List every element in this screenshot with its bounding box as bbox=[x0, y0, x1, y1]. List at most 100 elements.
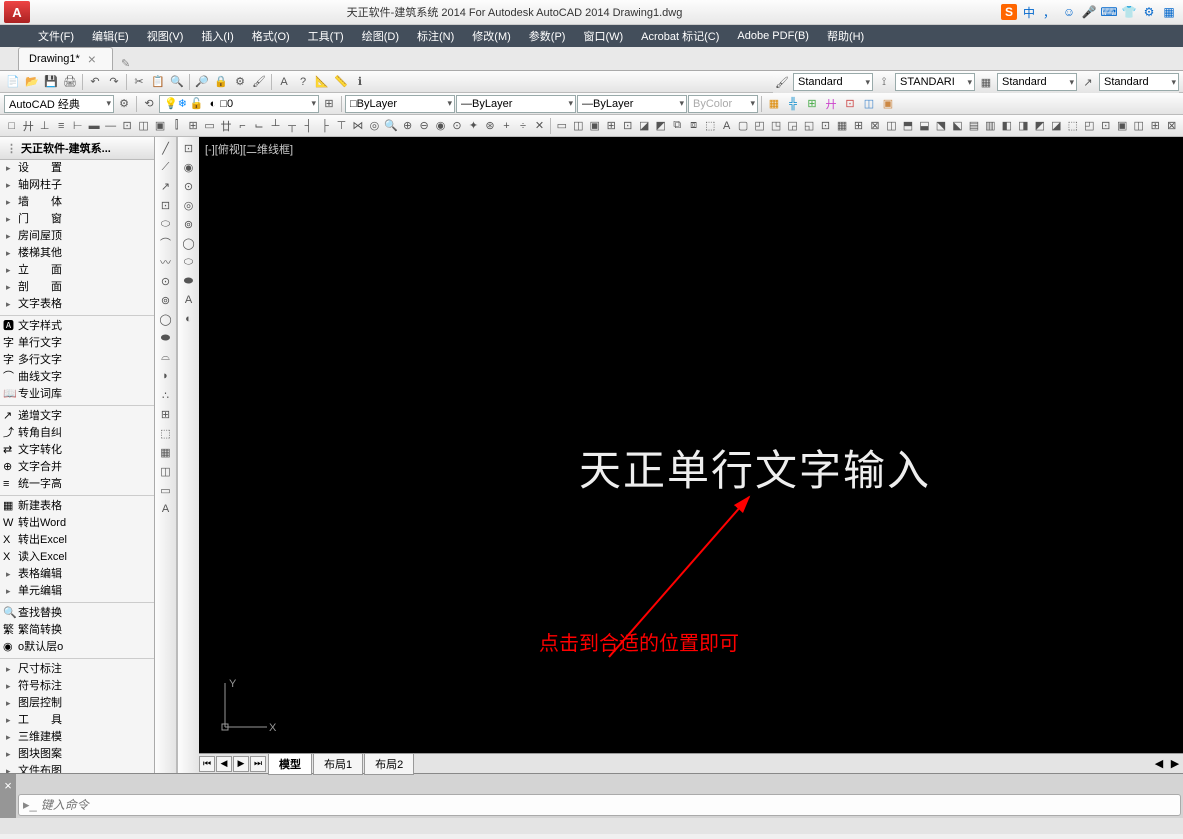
toolbar-icon[interactable]: 📂 bbox=[23, 73, 41, 91]
draw-tool-icon[interactable]: ⟋ bbox=[157, 158, 175, 176]
panel-item[interactable]: X转出Excel bbox=[0, 532, 154, 549]
menu-item[interactable]: 文件(F) bbox=[30, 26, 82, 46]
new-tab-icon[interactable]: ✎ bbox=[121, 57, 130, 70]
viewport-label[interactable]: [-][俯视][二维线框] bbox=[205, 141, 293, 157]
draw-tool-icon[interactable]: ↗ bbox=[157, 177, 175, 195]
toolbar-icon[interactable]: ⊖ bbox=[416, 117, 431, 135]
linetype-dropdown[interactable]: — ByLayer bbox=[456, 95, 576, 113]
tb-icon[interactable]: 廾 bbox=[822, 95, 840, 113]
panel-item[interactable]: 单元编辑 bbox=[0, 583, 154, 600]
toolbar-icon[interactable]: ▣ bbox=[587, 117, 602, 135]
mleader-icon[interactable]: ↗ bbox=[1079, 73, 1097, 91]
panel-item[interactable]: 三维建模 bbox=[0, 729, 154, 746]
toolbar-icon[interactable]: 📏 bbox=[332, 73, 350, 91]
panel-item[interactable]: 立 面 bbox=[0, 262, 154, 279]
toolbar-icon[interactable]: ⌙ bbox=[251, 117, 266, 135]
toolbar-icon[interactable]: 🖨 bbox=[61, 73, 79, 91]
command-line[interactable]: ▸_ bbox=[18, 794, 1181, 816]
toolbar-icon[interactable]: ⫿ bbox=[169, 117, 184, 135]
toolbar-icon[interactable]: ⊡ bbox=[1098, 117, 1113, 135]
dimstyle-dropdown[interactable]: STANDARI bbox=[895, 73, 975, 91]
menu-item[interactable]: 工具(T) bbox=[300, 26, 352, 46]
toolbar-icon[interactable]: ◫ bbox=[136, 117, 151, 135]
toolbar-icon[interactable]: ↷ bbox=[105, 73, 123, 91]
toolbar-icon[interactable]: 🔎 bbox=[193, 73, 211, 91]
panel-item[interactable]: 设 置 bbox=[0, 160, 154, 177]
panel-item[interactable]: 图块图案 bbox=[0, 746, 154, 763]
draw-tool-icon[interactable]: ◗ bbox=[157, 367, 175, 385]
toolbar-icon[interactable]: ◪ bbox=[636, 117, 651, 135]
modify-tool-icon[interactable]: ◎ bbox=[180, 196, 198, 214]
menu-item[interactable]: 修改(M) bbox=[464, 26, 519, 46]
dim-icon[interactable]: ⟟ bbox=[875, 73, 893, 91]
layout-tab-1[interactable]: 布局1 bbox=[313, 753, 363, 775]
toolbar-icon[interactable]: ◎ bbox=[367, 117, 382, 135]
draw-tool-icon[interactable]: ▦ bbox=[157, 443, 175, 461]
toolbar-icon[interactable]: ✦ bbox=[466, 117, 481, 135]
layout-first-icon[interactable]: ⏮ bbox=[199, 756, 215, 772]
toolbar-icon[interactable]: ⋈ bbox=[350, 117, 365, 135]
toolbar-icon[interactable]: □ bbox=[4, 117, 19, 135]
toolbar-icon[interactable]: ⊥ bbox=[37, 117, 52, 135]
toolbar-icon[interactable]: ⊡ bbox=[818, 117, 833, 135]
layout-last-icon[interactable]: ⏭ bbox=[250, 756, 266, 772]
ime-kbd-icon[interactable]: ⌨ bbox=[1101, 4, 1117, 20]
app-icon[interactable]: A bbox=[4, 1, 30, 23]
panel-item[interactable]: X读入Excel bbox=[0, 549, 154, 566]
layout-tab-2[interactable]: 布局2 bbox=[364, 753, 414, 775]
menu-item[interactable]: 绘图(D) bbox=[354, 26, 407, 46]
toolbar-icon[interactable]: ▬ bbox=[86, 117, 101, 135]
panel-item[interactable]: 繁繁简转换 bbox=[0, 622, 154, 639]
toolbar-icon[interactable]: ◲ bbox=[785, 117, 800, 135]
modify-tool-icon[interactable]: A bbox=[180, 291, 198, 309]
toolbar-icon[interactable]: 📄 bbox=[4, 73, 22, 91]
modify-tool-icon[interactable]: ◐ bbox=[180, 310, 198, 328]
modify-tool-icon[interactable]: ⬭ bbox=[180, 253, 198, 271]
brush-icon[interactable]: 🖌 bbox=[773, 73, 791, 91]
panel-item[interactable]: ≡统一字高 bbox=[0, 476, 154, 493]
toolbar-icon[interactable]: ⊠ bbox=[1164, 117, 1179, 135]
panel-item[interactable]: W转出Word bbox=[0, 515, 154, 532]
toolbar-icon[interactable]: ? bbox=[294, 73, 312, 91]
draw-tool-icon[interactable]: ⊙ bbox=[157, 272, 175, 290]
toolbar-icon[interactable]: ⌐ bbox=[235, 117, 250, 135]
menu-item[interactable]: 插入(I) bbox=[193, 26, 241, 46]
layout-next-icon[interactable]: ▶ bbox=[233, 756, 249, 772]
toolbar-icon[interactable]: ≡ bbox=[53, 117, 68, 135]
toolbar-icon[interactable]: ├ bbox=[317, 117, 332, 135]
draw-tool-icon[interactable]: ⌒ bbox=[157, 234, 175, 252]
menu-item[interactable]: 标注(N) bbox=[409, 26, 462, 46]
toolbar-icon[interactable]: ◉ bbox=[433, 117, 448, 135]
panel-item[interactable]: 尺寸标注 bbox=[0, 661, 154, 678]
toolbar-icon[interactable]: ▥ bbox=[983, 117, 998, 135]
mleaderstyle-dropdown[interactable]: Standard bbox=[1099, 73, 1179, 91]
toolbar-icon[interactable]: 廿 bbox=[218, 117, 233, 135]
toolbar-icon[interactable]: ◫ bbox=[571, 117, 586, 135]
toolbar-icon[interactable]: ◩ bbox=[653, 117, 668, 135]
menu-item[interactable]: 窗口(W) bbox=[575, 26, 631, 46]
draw-tool-icon[interactable]: ∴ bbox=[157, 386, 175, 404]
toolbar-icon[interactable]: ▣ bbox=[152, 117, 167, 135]
layout-tab-model[interactable]: 模型 bbox=[268, 753, 312, 775]
ime-zhong-icon[interactable]: 中 bbox=[1021, 4, 1037, 20]
toolbar-icon[interactable]: ⬚ bbox=[1065, 117, 1080, 135]
modify-tool-icon[interactable]: ◉ bbox=[180, 158, 198, 176]
ime-user-icon[interactable]: 👕 bbox=[1121, 4, 1137, 20]
toolbar-icon[interactable]: ⊞ bbox=[604, 117, 619, 135]
ime-mic-icon[interactable]: 🎤 bbox=[1081, 4, 1097, 20]
draw-tool-icon[interactable]: A bbox=[157, 500, 175, 518]
toolbar-icon[interactable]: + bbox=[499, 117, 514, 135]
draw-tool-icon[interactable]: ⊞ bbox=[157, 405, 175, 423]
toolbar-icon[interactable]: 🔒 bbox=[212, 73, 230, 91]
toolbar-icon[interactable]: ⧉ bbox=[669, 117, 684, 135]
toolbar-icon[interactable]: ⚙ bbox=[231, 73, 249, 91]
layout-prev-icon[interactable]: ◀ bbox=[216, 756, 232, 772]
modify-tool-icon[interactable]: ⊚ bbox=[180, 215, 198, 233]
toolbar-icon[interactable]: ⊤ bbox=[334, 117, 349, 135]
panel-item[interactable]: 符号标注 bbox=[0, 678, 154, 695]
ime-cog-icon[interactable]: ⚙ bbox=[1141, 4, 1157, 20]
menu-item[interactable]: Adobe PDF(B) bbox=[729, 28, 817, 44]
draw-tool-icon[interactable]: 〰 bbox=[157, 253, 175, 271]
toolbar-icon[interactable]: ⬚ bbox=[702, 117, 717, 135]
modify-tool-icon[interactable]: ⬬ bbox=[180, 272, 198, 290]
